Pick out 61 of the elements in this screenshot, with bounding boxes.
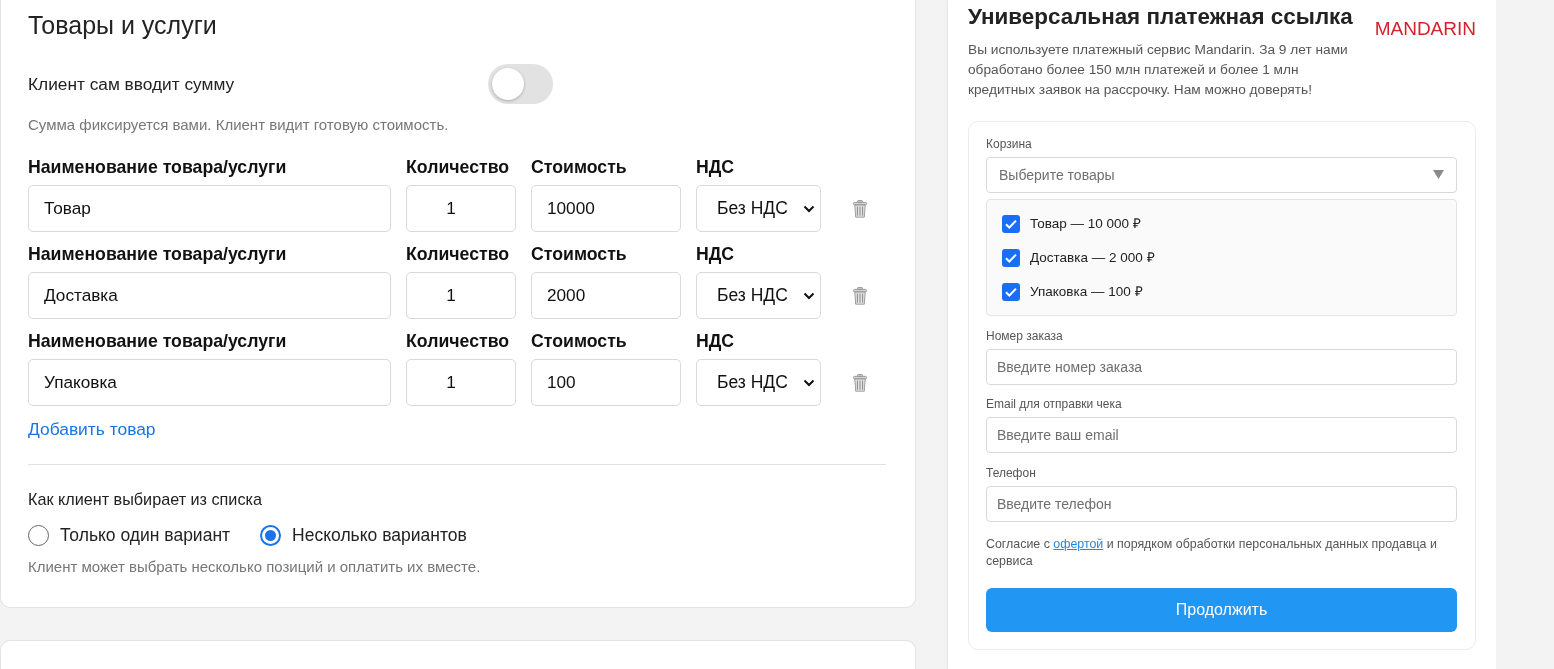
panel-title: Универсальная платежная ссылка	[968, 4, 1353, 30]
checkbox[interactable]	[1002, 249, 1020, 267]
checkbox[interactable]	[1002, 215, 1020, 233]
price-input[interactable]: 2000	[531, 272, 681, 319]
hint-text: Сумма фиксируется вами. Клиент видит готовую стоимость.	[28, 115, 449, 134]
quantity-input[interactable]: 1	[406, 272, 516, 319]
field-label: Email для отправки чека	[986, 397, 1122, 411]
cart-item-label: Товар — 10 000 ₽	[1030, 216, 1141, 232]
radio-button[interactable]	[28, 524, 49, 546]
name-input[interactable]: Товар	[28, 185, 391, 232]
price-input[interactable]: 10000	[531, 185, 681, 232]
column-label: НДС	[696, 244, 735, 264]
dropdown-arrow-icon	[1433, 170, 1444, 179]
column-label: Количество	[406, 244, 510, 264]
radio-button[interactable]	[260, 524, 282, 546]
text-input[interactable]: Введите телефон	[986, 485, 1457, 522]
vat-select[interactable]: Без НДС	[696, 272, 821, 319]
radio-label: Несколько вариантов	[292, 525, 467, 545]
cart-select[interactable]: Выберите товары	[986, 157, 1457, 193]
offer-link[interactable]: офертой	[1053, 537, 1104, 551]
checkbox[interactable]	[1002, 283, 1020, 301]
field-label: Корзина	[986, 137, 1032, 151]
chevron-icon	[803, 378, 815, 387]
toggle-label: Клиент сам вводит сумму	[28, 74, 235, 94]
cart-item-label: Упаковка — 100 ₽	[1030, 284, 1143, 300]
column-label: Наименование товара/услуги	[28, 244, 287, 264]
column-label: Стоимость	[531, 331, 627, 351]
trash-icon[interactable]	[853, 373, 867, 392]
hint-text: Клиент может выбрать несколько позиций и оплатить их вместе.	[28, 558, 481, 576]
name-input[interactable]: Доставка	[28, 272, 391, 319]
name-input[interactable]: Упаковка	[28, 359, 391, 406]
vat-select[interactable]: Без НДС	[696, 185, 821, 232]
section-title: Товары и услуги	[28, 11, 217, 39]
chevron-icon	[803, 204, 815, 213]
column-label: НДС	[696, 157, 735, 177]
quantity-input[interactable]: 1	[406, 359, 516, 406]
trash-icon[interactable]	[853, 199, 867, 218]
column-label: Стоимость	[531, 157, 627, 177]
chevron-icon	[803, 291, 815, 300]
text-input[interactable]: Введите ваш email	[986, 417, 1457, 453]
description-text: Вы используете платежный сервис Mandarin. За 9 лет нами обработано более 150 млн платежей и более 1 млн кредитных заявок на рассрочку. Нам можно доверять!	[968, 41, 1349, 99]
column-label: Наименование товара/услуги	[28, 157, 287, 177]
cart-item-label: Доставка — 2 000 ₽	[1030, 250, 1155, 266]
quantity-input[interactable]: 1	[406, 185, 516, 232]
field-label: Номер заказа	[986, 328, 1063, 343]
consent-text: Согласие с офертой и порядком обработки персональных данных продавца и сервиса	[986, 536, 1438, 570]
field-label: Телефон	[986, 465, 1036, 480]
text-input[interactable]: Введите номер заказа	[986, 348, 1457, 385]
choice-label: Как клиент выбирает из списка	[28, 489, 262, 509]
add-item-link[interactable]: Добавить товар	[28, 418, 156, 439]
column-label: Количество	[406, 157, 510, 177]
column-label: Стоимость	[531, 244, 627, 264]
toggle-switch[interactable]	[488, 64, 553, 104]
column-label: Наименование товара/услуги	[28, 331, 287, 351]
radio-label: Только один вариант	[60, 525, 231, 545]
price-input[interactable]: 100	[531, 359, 681, 406]
column-label: Количество	[406, 331, 510, 351]
brand-logo: MANDARIN	[1374, 18, 1476, 40]
column-label: НДС	[696, 331, 735, 351]
vat-select[interactable]: Без НДС	[696, 359, 821, 406]
trash-icon[interactable]	[853, 286, 867, 305]
